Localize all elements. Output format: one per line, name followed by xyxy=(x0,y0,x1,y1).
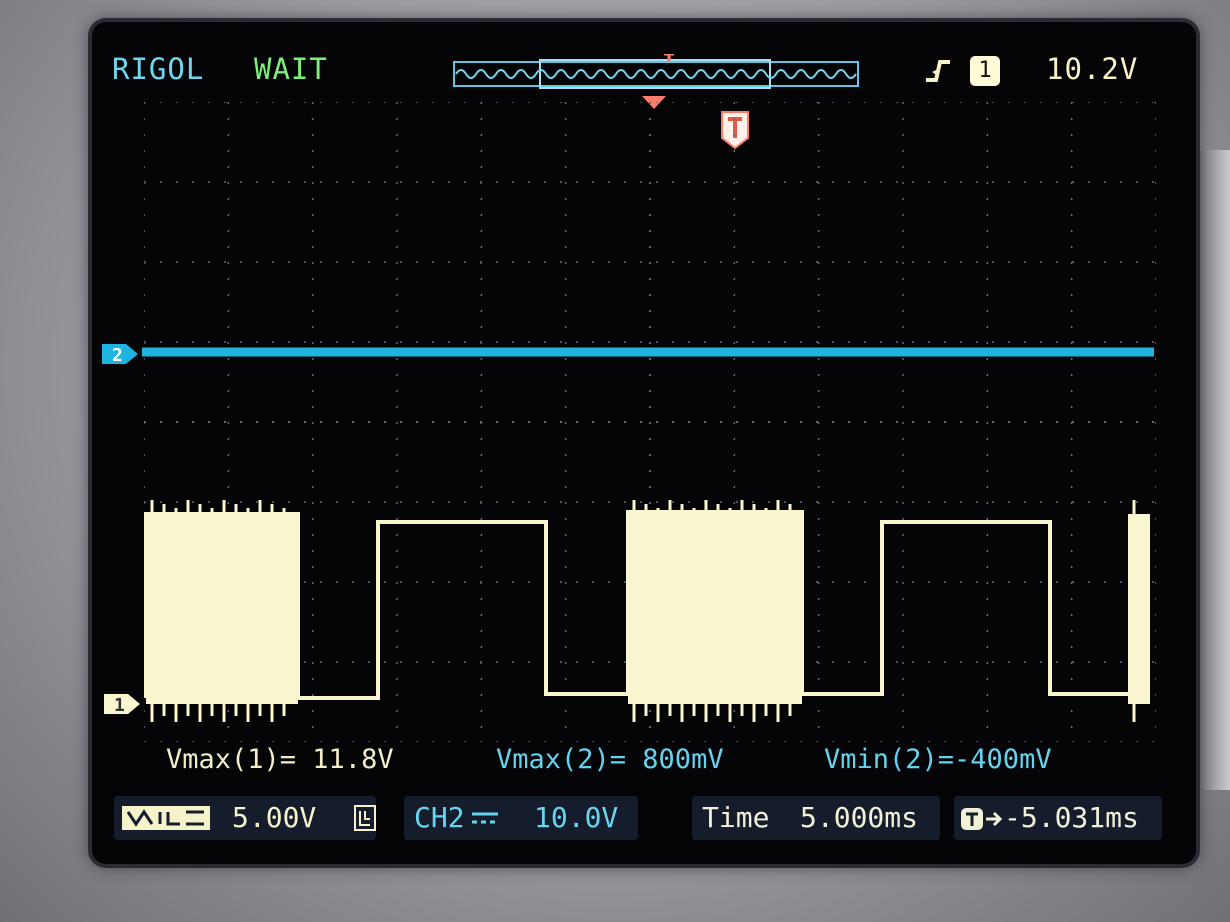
scope-screen: RIGOL WAIT 1 10.2V 2 1 Vmax(1)= 11.8V Vm… xyxy=(92,22,1196,864)
channel-2-marker-label: 2 xyxy=(112,345,123,366)
time-label: Time xyxy=(702,801,770,834)
measurement-vmin-ch2: Vmin(2)=-400mV xyxy=(824,744,1052,775)
ch1-scale-value: 5.00V xyxy=(232,801,317,834)
bandwidth-limit-icon xyxy=(354,805,376,831)
ch1-noise-burst xyxy=(628,514,802,704)
timebase-value: 5.000ms xyxy=(800,801,919,834)
ch1-scale-box[interactable]: 5.00V xyxy=(114,796,376,840)
side-panel xyxy=(1200,150,1230,790)
channel-2-marker[interactable]: 2 xyxy=(100,342,140,366)
waveform-display xyxy=(142,347,1154,722)
measurement-vmax-ch2: Vmax(2)= 800mV xyxy=(496,744,724,775)
channel-1-marker-label: 1 xyxy=(114,695,125,716)
ch2-label: CH2 xyxy=(414,801,465,834)
ch1-noise-burst xyxy=(146,514,298,704)
dc-coupling-icon xyxy=(472,812,498,824)
ch2-scale-value: 10.0V xyxy=(534,801,619,834)
trigger-offset-value: -5.031ms xyxy=(1004,801,1139,834)
timebase-box[interactable]: Time 5.000ms xyxy=(692,796,940,840)
trigger-offset-box[interactable]: -5.031ms xyxy=(954,796,1162,840)
measurement-vmax-ch1: Vmax(1)= 11.8V xyxy=(166,744,394,775)
ch1-coupling-icon xyxy=(122,806,210,830)
ch2-scale-box[interactable]: CH2 10.0V xyxy=(404,796,638,840)
ch1-noise-burst xyxy=(1128,514,1150,704)
trigger-offset-icon xyxy=(961,808,1003,830)
channel-1-marker[interactable]: 1 xyxy=(102,692,142,716)
